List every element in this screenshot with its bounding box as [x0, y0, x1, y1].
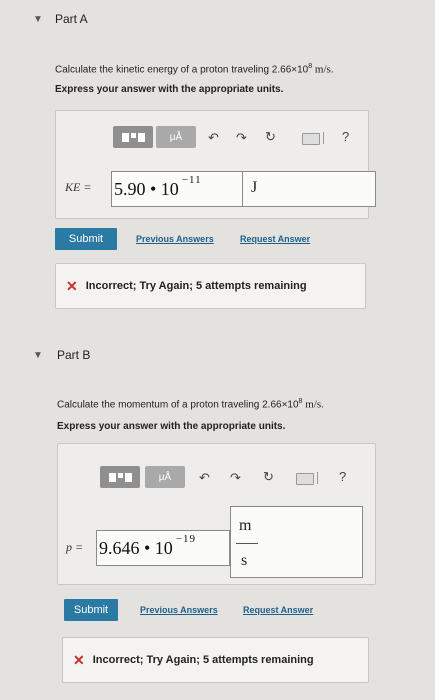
part-b-keyboard-icon[interactable] [296, 473, 314, 485]
templates-icon [121, 132, 145, 142]
part-b-feedback: ✕ Incorrect; Try Again; 5 attempts remai… [62, 637, 369, 683]
part-b-units-button[interactable]: μÅ [145, 466, 185, 488]
part-b-title[interactable]: Part B [57, 348, 90, 362]
part-b-submit-button[interactable]: Submit [64, 599, 118, 621]
part-a-help-button[interactable]: ? [342, 129, 349, 144]
part-a-answer-box: μÅ ↶ ↷ ↻ ? KE = 5.90 • 10 −11 J [55, 110, 376, 219]
part-b-question-end: . [321, 399, 324, 411]
part-b-collapse-caret[interactable]: ▼ [33, 350, 43, 361]
part-b-undo-icon[interactable]: ↶ [199, 470, 210, 486]
part-b-instruction: Express your answer with the appropriate… [57, 421, 286, 432]
part-a-feedback-text: Incorrect; Try Again; 5 attempts remaini… [85, 280, 307, 292]
part-a-templates-button[interactable] [113, 126, 153, 148]
part-b-units-input[interactable]: m s [230, 506, 363, 578]
part-a-keyboard-icon[interactable] [302, 133, 320, 145]
part-b-fraction-bar [236, 543, 258, 544]
part-a-collapse-caret[interactable]: ▼ [33, 14, 43, 25]
part-b-unit-denominator: s [241, 552, 248, 569]
part-b-value-exponent: −19 [175, 533, 197, 545]
part-a-title[interactable]: Part A [55, 12, 88, 26]
part-b-question-unit: m/s [305, 398, 322, 411]
part-b-toolbar-separator [317, 472, 318, 484]
part-a-toolbar-separator [323, 132, 324, 144]
part-b-feedback-text: Incorrect; Try Again; 5 attempts remaini… [92, 654, 314, 666]
part-b-redo-icon[interactable]: ↷ [230, 470, 241, 486]
incorrect-x-icon: ✕ [73, 651, 85, 668]
part-b-question-exponent: 8 [298, 398, 303, 405]
part-a-unit-value: J [251, 179, 258, 196]
part-a-units-label: μÅ [169, 131, 183, 143]
part-a-reset-icon[interactable]: ↻ [265, 129, 276, 145]
part-b-units-label: μÅ [158, 471, 172, 483]
part-a-submit-button[interactable]: Submit [55, 228, 117, 250]
part-a-answer-label: KE = [65, 180, 92, 194]
part-b-question: Calculate the momentum of a proton trave… [57, 398, 324, 410]
part-b-question-text: Calculate the momentum of a proton trave… [57, 399, 299, 411]
part-a-question: Calculate the kinetic energy of a proton… [55, 63, 334, 75]
part-b-reset-icon[interactable]: ↻ [263, 469, 274, 485]
part-a-question-end: . [330, 64, 334, 76]
part-b-help-button[interactable]: ? [339, 469, 346, 484]
part-b-unit-numerator: m [239, 517, 252, 534]
part-a-question-unit: m/s [314, 63, 331, 76]
incorrect-x-icon: ✕ [66, 277, 78, 294]
part-b-value-mantissa: 9.646 • 10 [99, 537, 173, 558]
part-a-previous-answers-link[interactable]: Previous Answers [136, 234, 214, 244]
templates-icon [108, 472, 132, 482]
part-b-answer-box: μÅ ↶ ↷ ↻ ? p = 9.646 • 10 −19 m s [57, 443, 376, 585]
part-a-value-exponent: −11 [181, 174, 202, 186]
part-b-answer-label: p = [66, 540, 84, 554]
part-a-undo-icon[interactable]: ↶ [208, 130, 219, 146]
part-b-previous-answers-link[interactable]: Previous Answers [140, 605, 218, 615]
part-a-feedback: ✕ Incorrect; Try Again; 5 attempts remai… [55, 263, 366, 309]
part-a-redo-icon[interactable]: ↷ [236, 130, 247, 146]
part-a-value-input[interactable]: 5.90 • 10 −11 [111, 171, 243, 207]
part-a-request-answer-link[interactable]: Request Answer [240, 234, 310, 244]
part-a-question-exponent: 8 [308, 63, 313, 70]
part-b-value-input[interactable]: 9.646 • 10 −19 [96, 530, 230, 566]
part-a-units-input[interactable]: J [242, 171, 376, 207]
part-b-request-answer-link[interactable]: Request Answer [243, 605, 313, 615]
part-a-units-button[interactable]: μÅ [156, 126, 196, 148]
part-b-templates-button[interactable] [100, 466, 140, 488]
part-a-instruction: Express your answer with the appropriate… [55, 84, 284, 95]
part-a-question-text: Calculate the kinetic energy of a proton… [55, 64, 309, 76]
part-a-value-mantissa: 5.90 • 10 [114, 178, 179, 199]
